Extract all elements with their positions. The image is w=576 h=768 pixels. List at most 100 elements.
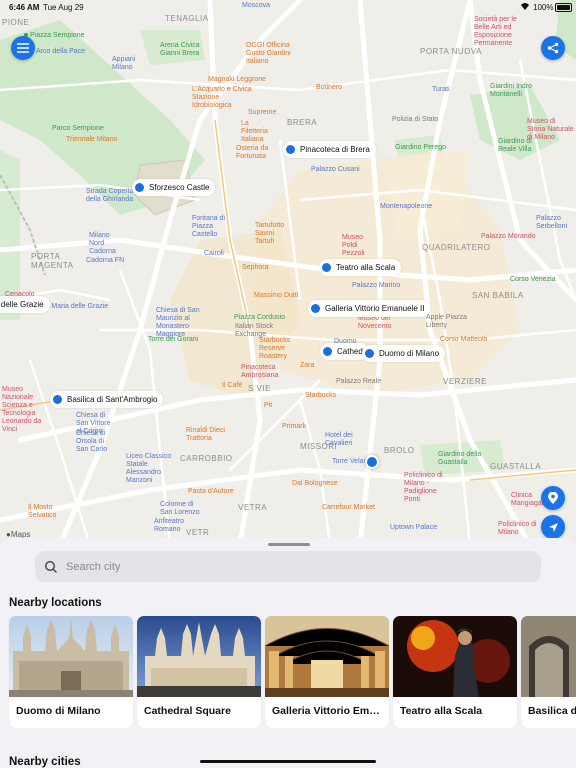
map-pin-duomo-di-milano[interactable]: Duomo di Milano (362, 345, 446, 362)
poi-label: Cadorna FN (86, 257, 125, 264)
pin-label: Basilica di Sant'Ambrogio (67, 395, 158, 404)
share-button[interactable] (541, 36, 565, 60)
poi-label: Parco Sempione (52, 125, 104, 132)
sheet-grabber[interactable] (268, 543, 310, 546)
location-photo (393, 616, 517, 697)
location-card[interactable]: Teatro alla Scala (393, 616, 517, 728)
poi-label: Arena Civica Gianni Brera (160, 42, 200, 57)
locate-me-button[interactable] (541, 515, 565, 539)
district-label: VERZIERE (443, 377, 488, 386)
pin-marker-icon (323, 347, 332, 356)
location-photo (265, 616, 389, 697)
pin-label: Cathed (337, 347, 363, 356)
poi-label: Sephora (242, 264, 269, 271)
nearby-locations-carousel[interactable]: Duomo di Milano Cathedral Square Galleri… (9, 616, 576, 728)
map-pin-sforzesco-castle[interactable]: Sforzesco Castle (132, 179, 216, 196)
poi-label: Società per le Belle Arti ed Esposizione… (474, 16, 517, 47)
poi-label: Museo Poldi Pezzoli (342, 234, 365, 257)
poi-label: Palazzo Cusani (311, 166, 360, 173)
poi-label: Polizia di Stato (392, 116, 439, 123)
map-pin-pinacoteca-di-brera[interactable]: Pinacoteca di Brera (283, 141, 376, 158)
location-card-title: Galleria Vittorio Emanuele II (272, 705, 384, 717)
poi-label: Moscova (242, 2, 271, 9)
poi-label: Corso Venezia (510, 276, 556, 283)
poi-label: Anfiteatro Romano (154, 518, 184, 533)
poi-label: Botinero (316, 84, 343, 91)
poi-label: OGGI Officina Gusto Giardini Italiano (246, 42, 291, 65)
navigation-arrow-icon (548, 522, 558, 532)
pin-label: Sforzesco Castle (149, 183, 210, 192)
poi-label: Giardino della Guastalla (438, 451, 482, 466)
location-photo (521, 616, 576, 697)
location-card[interactable]: Basilica di (521, 616, 576, 728)
poi-label: Pit (264, 402, 273, 409)
map-pin-teatro-alla-scala[interactable]: Teatro alla Scala (319, 259, 402, 276)
status-date: Tue Aug 29 (43, 3, 84, 12)
location-card-title: Cathedral Square (144, 705, 231, 717)
pin-label: Galleria Vittorio Emanuele II (325, 304, 425, 313)
location-card[interactable]: Cathedral Square (137, 616, 261, 728)
pin-marker-icon (286, 145, 295, 154)
poi-label: Policlinico di Milano (498, 521, 537, 536)
poi-label: Tartufotto Savini Tartufi (255, 222, 285, 245)
poi-label: Uptown Palace (390, 524, 438, 531)
poi-label: Museo di Storia Naturale di Milano (527, 118, 574, 141)
poi-label: Museo del Novecento (358, 315, 392, 330)
pin-marker-icon (53, 395, 62, 404)
district-label: GUASTALLA (490, 462, 542, 471)
location-card-title: Basilica di (528, 705, 576, 717)
menu-icon (17, 43, 29, 53)
district-label: TENAGLIA (165, 14, 209, 23)
poi-label: L'Acquario e Civica Stazione Idrobiologi… (192, 86, 252, 109)
map-pin-galleria[interactable]: Galleria Vittorio Emanuele II (308, 300, 431, 317)
pin-label: Sant Maria delle Grazie (0, 300, 44, 309)
poi-label: Museo Nazionale Scienza e Tecnologia Leo… (2, 386, 42, 433)
poi-label: Palazzo Marino (352, 282, 401, 289)
poi-label: Liceo Classico Statale Alessandro Manzon… (126, 453, 172, 484)
poi-label: Hotel dei Cavalieri (325, 432, 353, 447)
nearby-locations-title: Nearby locations (9, 597, 102, 609)
location-card[interactable]: Duomo di Milano (9, 616, 133, 728)
location-photo (137, 616, 261, 697)
bottom-sheet[interactable]: Nearby locations Duomo di Milano (0, 538, 576, 768)
poi-label: Pasta d'Autore (188, 488, 234, 495)
share-icon (547, 42, 559, 54)
poi-label: Osteria da Fortunata (236, 145, 269, 160)
menu-button[interactable] (11, 36, 35, 60)
location-card[interactable]: Galleria Vittorio Emanuele II (265, 616, 389, 728)
map-view[interactable]: 6:46 AM Tue Aug 29 100% PIONE TENAGLIA P… (0, 0, 576, 545)
search-input[interactable] (64, 559, 508, 574)
search-icon (44, 560, 57, 573)
current-location-dot (365, 455, 379, 469)
search-bar[interactable] (35, 551, 541, 582)
poi-label: Appiani Milano (112, 56, 136, 71)
home-indicator[interactable] (200, 760, 376, 763)
map-pin-sant-ambrogio[interactable]: Basilica di Sant'Ambrogio (50, 391, 164, 408)
map-pin-santa-maria[interactable]: Sant Maria delle Grazie (0, 296, 50, 313)
poi-label: Cairoli (204, 250, 224, 257)
battery-icon (555, 3, 572, 12)
poi-label: Carrefour Market (322, 504, 375, 511)
poi-label: Arco della Pace (30, 48, 85, 56)
district-label: QUADRILATERO (422, 243, 491, 252)
poi-label: Chiesa di Orsola di San Carlo (76, 430, 108, 453)
poi-label: Apple Piazza Liberty (426, 314, 467, 329)
poi-label: Turati (432, 86, 450, 93)
pin-label: Duomo di Milano (379, 349, 440, 358)
poi-label: Rinaldi Dieci Trattoria (186, 427, 225, 442)
location-card-title: Teatro alla Scala (400, 705, 483, 717)
district-label: PIONE (2, 18, 30, 27)
district-label: VETR (186, 528, 210, 537)
poi-label: Palazzo Reale (336, 378, 382, 385)
location-pin-button[interactable] (541, 486, 565, 510)
poi-label: La Filetteria Italiana (241, 120, 268, 143)
poi-label: Giardini Indro Montanelli (490, 83, 533, 98)
poi-label: Chiesa di San Maurizio al Monastero Magg… (156, 307, 200, 338)
district-label: S VIE (248, 384, 271, 393)
poi-label: Palazzo Morando (481, 233, 536, 240)
poi-label: Torre dei Gorani (148, 336, 199, 343)
location-card-title: Duomo di Milano (16, 705, 101, 717)
district-label: VETRA (238, 503, 268, 512)
poi-label: Giardino Perego (395, 144, 446, 151)
poi-label: Primark (282, 423, 307, 430)
